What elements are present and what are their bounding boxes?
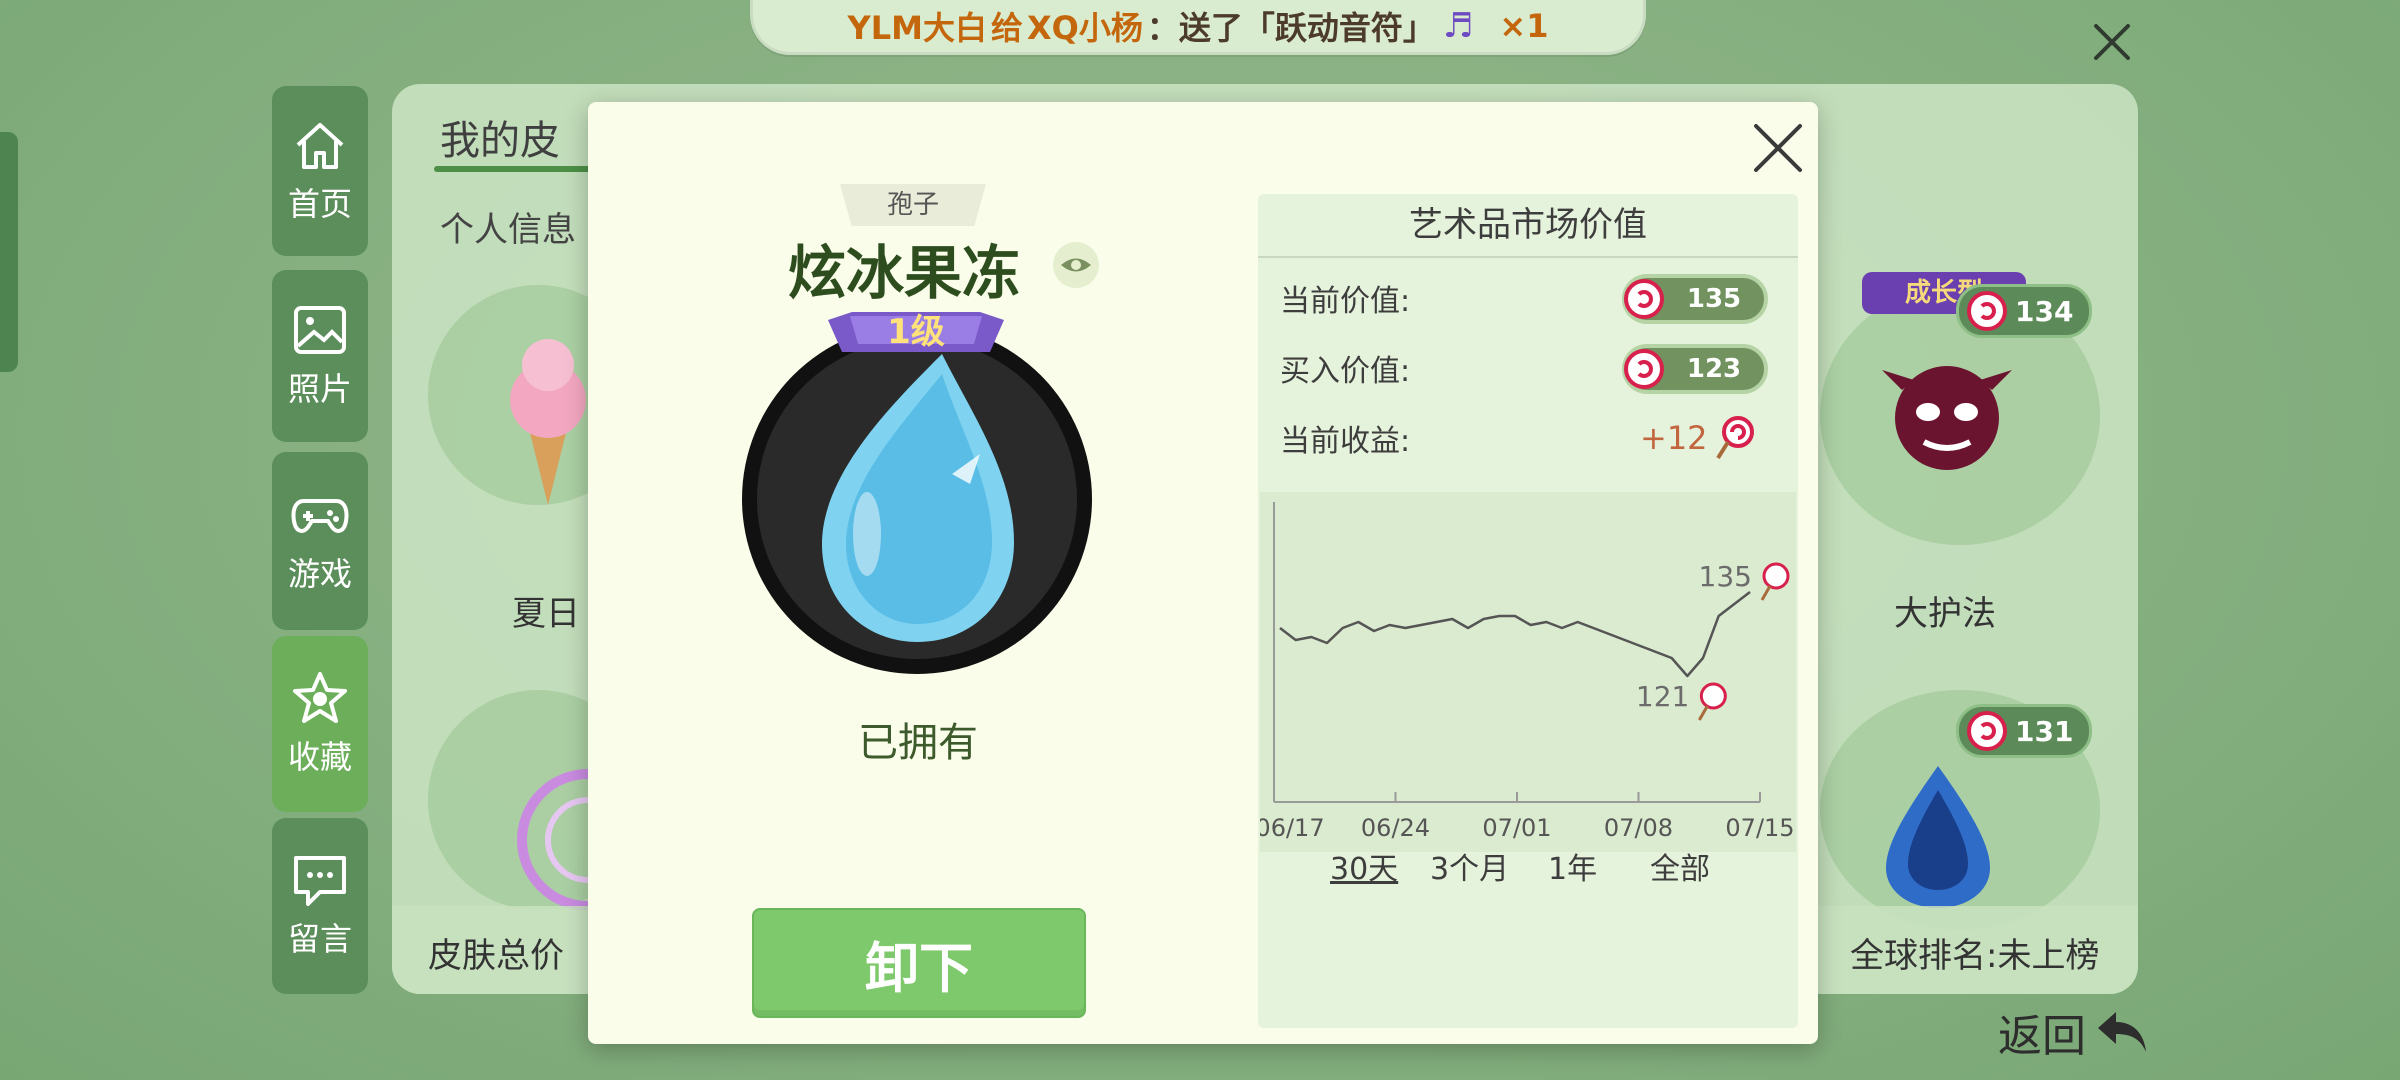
- price-line: [1279, 591, 1751, 678]
- x-tick-label: 07/08: [1604, 814, 1673, 842]
- lollipop-icon: [1762, 562, 1790, 590]
- current-value: 135: [1686, 284, 1742, 314]
- edge-tab[interactable]: [0, 132, 18, 372]
- tab-1-year[interactable]: 1年: [1548, 844, 1597, 888]
- x-tick-label: 06/24: [1361, 814, 1430, 842]
- home-icon: [296, 123, 344, 169]
- lollipop-icon: [1624, 349, 1664, 389]
- tab-underline: [434, 166, 594, 172]
- total-value-label: 皮肤总价: [428, 936, 564, 976]
- gift-announcement-banner: YLM大白 给 XQ小杨 ：送了「跃动音符」 ♬ ×1: [750, 0, 1646, 55]
- nav-label: 游戏: [287, 555, 352, 593]
- annotation-label: 135: [1699, 560, 1752, 593]
- nav-label: 留言: [287, 920, 352, 958]
- skin-label: 夏日: [512, 594, 580, 634]
- skin-name: 炫冰果冻: [788, 239, 1021, 307]
- x-tick-label: 07/15: [1725, 814, 1794, 842]
- skin-avatar: [742, 324, 1092, 674]
- receiver-name: XQ小杨: [1026, 9, 1143, 47]
- nav-favorites[interactable]: 收藏: [272, 636, 368, 812]
- collection-title: 我的皮: [440, 118, 560, 164]
- lollipop-icon: [1699, 682, 1727, 710]
- lollipop-stick: [1698, 705, 1709, 721]
- price-chart: 06/17 06/24 07/01 07/08 07/15 135 121: [1255, 492, 1796, 852]
- nav-home[interactable]: 首页: [272, 86, 368, 256]
- buy-value-pill: 123: [1622, 344, 1768, 394]
- nav-label: 收藏: [287, 738, 352, 776]
- x-tick-label: 07/01: [1482, 814, 1551, 842]
- owned-status: 已拥有: [858, 720, 978, 766]
- lollipop-icon: [1967, 291, 2007, 331]
- dark-monster-icon: [1882, 366, 2012, 470]
- tab-3-months[interactable]: 3个月: [1430, 844, 1509, 888]
- level-label: 1级: [887, 312, 945, 352]
- skin-label: 大护法: [1894, 594, 1996, 634]
- return-arrow-icon: [2098, 1012, 2146, 1052]
- lollipop-stick: [1760, 585, 1772, 601]
- nav-messages[interactable]: 留言: [272, 818, 368, 994]
- badge-value: 131: [2015, 714, 2074, 748]
- market-value-panel: 艺术品市场价值 当前价值: 135 买入价值: 123 当前收益: +12 06…: [1255, 194, 1798, 1028]
- price-chart-svg: 06/17 06/24 07/01 07/08 07/15 135 121: [1255, 502, 1795, 842]
- personal-info-label: 个人信息: [440, 210, 576, 250]
- nav-games[interactable]: 游戏: [272, 452, 368, 630]
- gain-value: +12: [1640, 419, 1708, 457]
- gamepad-icon: [291, 499, 349, 533]
- return-button[interactable]: 返回: [1998, 1000, 2150, 1064]
- current-value-pill: 135: [1622, 274, 1768, 324]
- skin-detail-dialog: 孢子 炫冰果冻 1级 已拥有 卸下 艺术品市场价值 当前价值: 135 买入价值…: [588, 102, 1818, 1044]
- tab-all[interactable]: 全部: [1650, 844, 1710, 888]
- return-label: 返回: [1998, 1011, 2086, 1062]
- close-icon[interactable]: [1750, 120, 1806, 176]
- buy-value: 123: [1686, 354, 1742, 384]
- badge-value: 134: [2015, 294, 2074, 328]
- buy-value-label: 买入价值:: [1280, 354, 1411, 389]
- tab-30-days[interactable]: 30天: [1330, 844, 1398, 888]
- preview-button[interactable]: [1053, 242, 1099, 288]
- value-badge: 131: [1956, 704, 2093, 758]
- annotation-label: 121: [1636, 680, 1689, 713]
- gain-display: +12: [1640, 416, 1754, 460]
- nav-photos[interactable]: 照片: [272, 270, 368, 442]
- unequip-button[interactable]: 卸下: [752, 908, 1086, 1018]
- global-rank-label: 全球排名:未上榜: [1850, 936, 2100, 976]
- eye-icon: [1061, 258, 1091, 272]
- gift-verb: 给: [990, 9, 1023, 47]
- music-note-icon: ♬: [1442, 6, 1474, 46]
- image-icon: [294, 306, 346, 354]
- star-icon: [293, 672, 347, 723]
- gift-message: ：送了「跃动音符」: [1146, 9, 1435, 47]
- market-title: 艺术品市场价值: [1258, 194, 1798, 258]
- blue-crystal-egg-icon: [1886, 766, 1990, 908]
- current-value-label: 当前价值:: [1280, 284, 1411, 319]
- close-icon[interactable]: [2090, 20, 2134, 64]
- nav-label: 照片: [287, 370, 352, 408]
- skin-type-tag: 孢子: [840, 184, 986, 226]
- gift-count: ×1: [1499, 7, 1549, 45]
- value-badge: 134: [1956, 284, 2093, 338]
- sender-name: YLM大白: [847, 9, 987, 47]
- gain-label: 当前收益:: [1280, 424, 1411, 459]
- lollipop-icon: [1624, 279, 1664, 319]
- x-tick-label: 06/17: [1260, 814, 1325, 842]
- nav-label: 首页: [287, 185, 352, 223]
- message-icon: [294, 856, 346, 906]
- lollipop-icon: [1967, 711, 2007, 751]
- lollipop-icon: [1715, 416, 1754, 460]
